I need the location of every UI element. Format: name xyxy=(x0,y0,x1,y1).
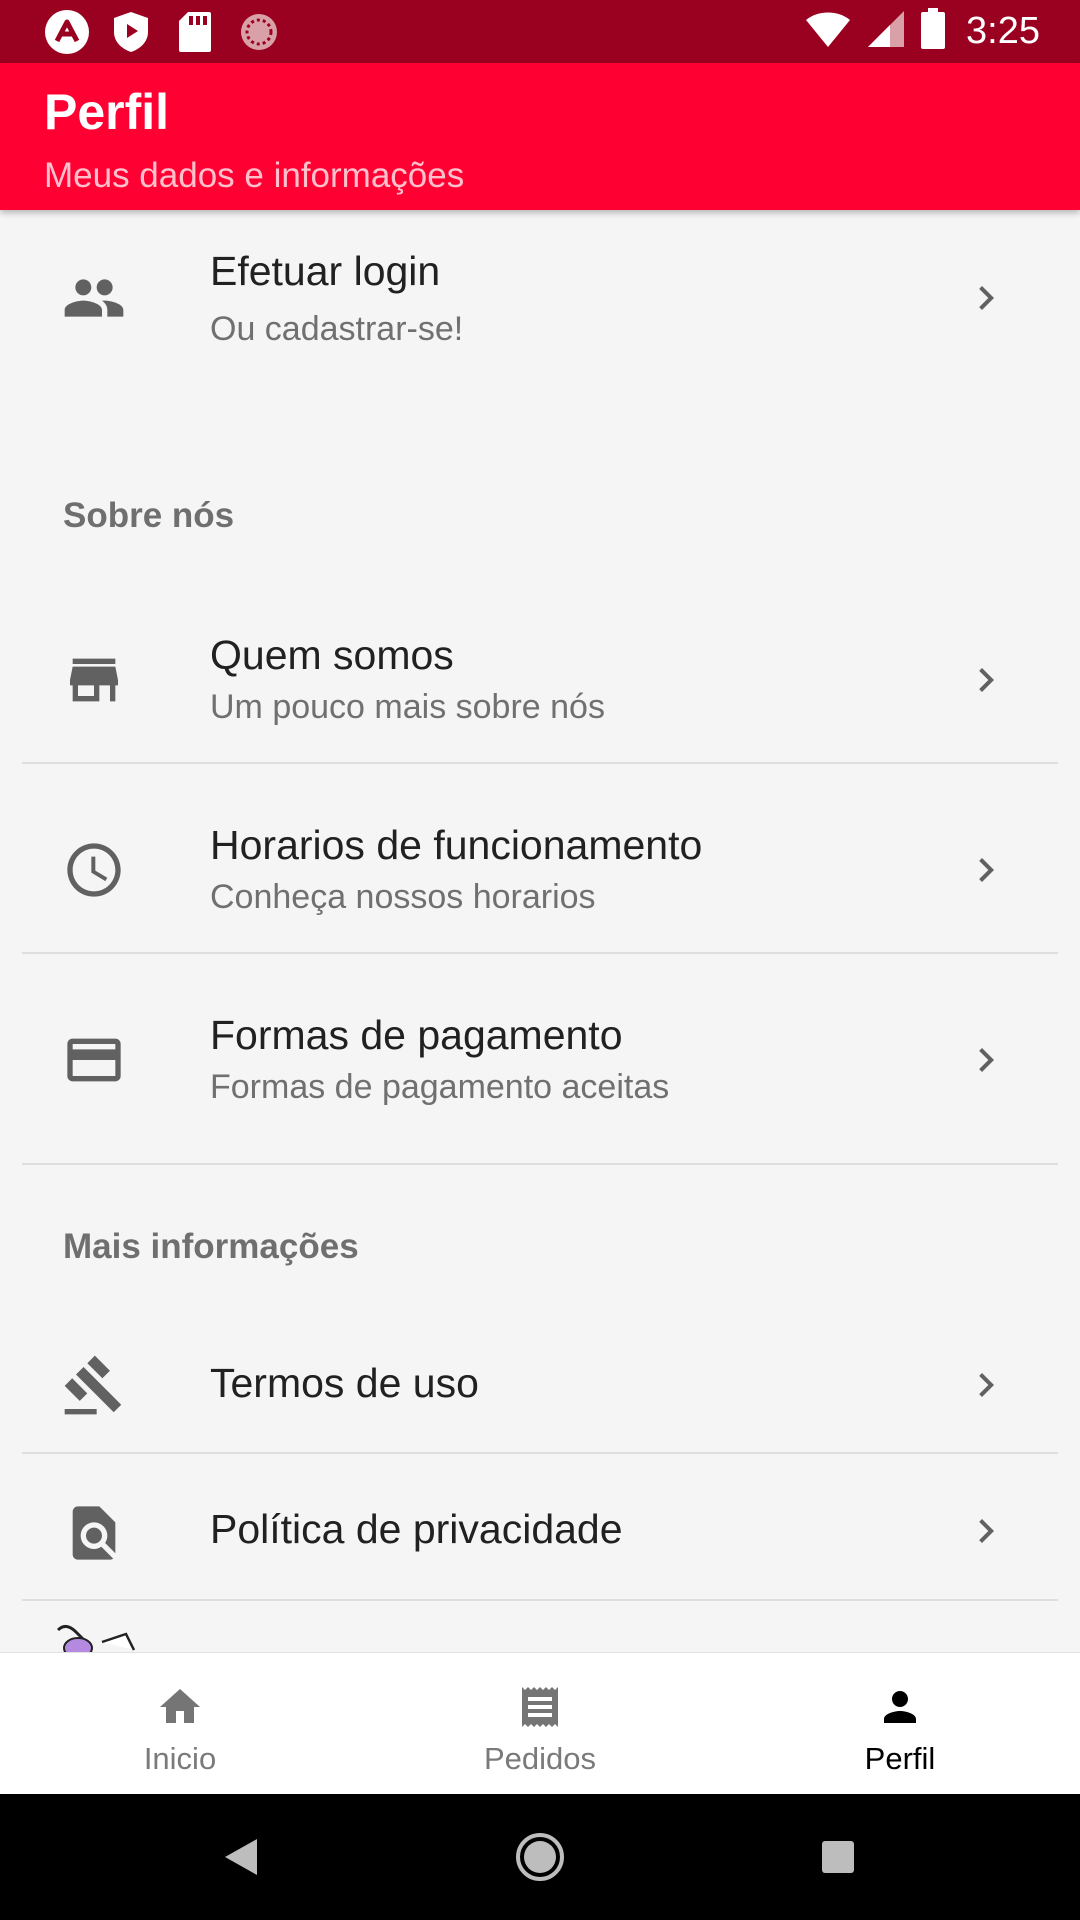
signal-icon xyxy=(866,9,906,54)
app-a-icon xyxy=(44,9,90,55)
home-circle-icon[interactable] xyxy=(512,1829,568,1885)
divider xyxy=(22,1163,1058,1165)
list-item-termos[interactable]: Termos de uso xyxy=(0,1310,1080,1458)
status-bar: 3:25 xyxy=(0,0,1080,63)
app-bar: Perfil Meus dados e informações xyxy=(0,63,1080,210)
chevron-right-icon xyxy=(962,846,1010,894)
chevron-right-icon xyxy=(962,656,1010,704)
chevron-right-icon xyxy=(962,274,1010,322)
find-in-page-icon xyxy=(62,1501,126,1565)
status-right-icons: 3:25 xyxy=(804,0,1040,63)
divider xyxy=(22,952,1058,954)
item-subtitle: Formas de pagamento aceitas xyxy=(210,1068,670,1106)
list-item-horarios[interactable]: Horarios de funcionamento Conheça nossos… xyxy=(0,780,1080,960)
gavel-icon xyxy=(62,1353,126,1417)
bottom-navigation: Inicio Pedidos Perfil xyxy=(0,1652,1080,1794)
home-icon xyxy=(156,1683,204,1731)
system-navigation-bar xyxy=(0,1794,1080,1920)
list-item-quem-somos[interactable]: Quem somos Um pouco mais sobre nós xyxy=(0,590,1080,770)
nav-label: Inicio xyxy=(143,1741,217,1776)
clock-icon xyxy=(62,838,126,902)
chevron-right-icon xyxy=(962,1507,1010,1555)
list-item-formas-pagamento[interactable]: Formas de pagamento Formas de pagamento … xyxy=(0,970,1080,1150)
clock-time: 3:25 xyxy=(966,10,1040,52)
nav-item-perfil[interactable]: Perfil xyxy=(720,1653,1080,1795)
loading-circle-icon xyxy=(236,9,282,55)
profile-content: Efetuar login Ou cadastrar-se! Sobre nós… xyxy=(0,210,1080,1652)
mascot-illustration xyxy=(52,1620,142,1652)
item-title: Quem somos xyxy=(210,632,454,678)
item-subtitle: Um pouco mais sobre nós xyxy=(210,688,605,726)
item-title: Termos de uso xyxy=(210,1360,479,1406)
nav-item-inicio[interactable]: Inicio xyxy=(0,1653,360,1795)
divider xyxy=(22,1599,1058,1601)
item-title: Horarios de funcionamento xyxy=(210,822,703,868)
recents-icon[interactable] xyxy=(810,1829,866,1885)
section-header-about: Sobre nós xyxy=(63,496,235,535)
item-title: Formas de pagamento xyxy=(210,1012,623,1058)
page-title: Perfil xyxy=(44,84,170,140)
item-subtitle: Conheça nossos horarios xyxy=(210,878,596,916)
login-title: Efetuar login xyxy=(210,248,441,294)
back-icon[interactable] xyxy=(213,1829,269,1885)
divider xyxy=(22,762,1058,764)
chevron-right-icon xyxy=(962,1361,1010,1409)
login-row[interactable]: Efetuar login Ou cadastrar-se! xyxy=(0,210,1080,390)
store-icon xyxy=(62,648,126,712)
nav-label: Pedidos xyxy=(483,1741,597,1776)
nav-label: Perfil xyxy=(864,1741,936,1776)
nav-item-pedidos[interactable]: Pedidos xyxy=(360,1653,720,1795)
item-title: Política de privacidade xyxy=(210,1506,623,1552)
people-icon xyxy=(62,266,126,330)
battery-icon xyxy=(920,8,946,55)
wifi-icon xyxy=(804,9,852,54)
credit-card-icon xyxy=(62,1028,126,1092)
receipt-icon xyxy=(516,1683,564,1731)
page-subtitle: Meus dados e informações xyxy=(44,156,465,195)
chevron-right-icon xyxy=(962,1036,1010,1084)
status-left-icons xyxy=(44,0,282,63)
section-header-more: Mais informações xyxy=(63,1227,359,1266)
list-item-privacidade[interactable]: Política de privacidade xyxy=(0,1458,1080,1600)
login-subtitle: Ou cadastrar-se! xyxy=(210,310,464,348)
shield-play-icon xyxy=(108,9,154,55)
sd-card-icon xyxy=(172,9,218,55)
divider xyxy=(22,1452,1058,1454)
person-icon xyxy=(876,1683,924,1731)
